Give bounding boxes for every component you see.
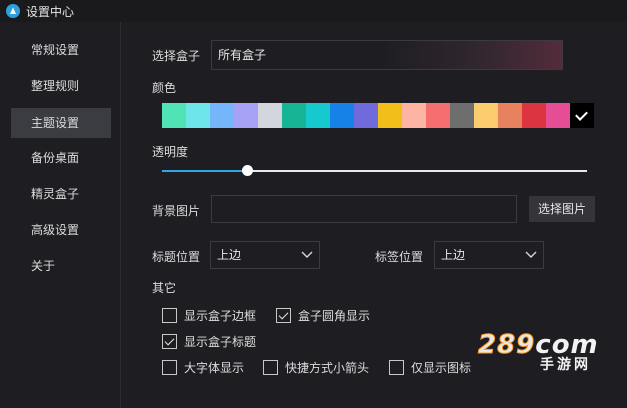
sidebar-item-about[interactable]: 关于 [11,251,111,281]
checkbox-label: 仅显示图标 [411,360,472,375]
other-label: 其它 [152,281,177,295]
checkbox-label: 盒子圆角显示 [298,308,371,323]
color-swatch[interactable] [546,103,570,128]
checkbox-box[interactable] [263,359,278,375]
slider-fill [162,170,247,172]
select-box-label: 选择盒子 [152,49,201,63]
color-swatch[interactable] [282,103,306,128]
color-swatch[interactable] [186,103,210,128]
select-field-highlight [382,41,562,69]
sidebar-item-rules[interactable]: 整理规则 [11,71,111,101]
box-select-value: 所有盒子 [218,48,267,62]
color-swatch[interactable] [162,103,186,128]
title-position-value: 上边 [217,248,242,262]
checkbox-label: 快捷方式小箭头 [285,360,370,375]
app-logo-icon [6,4,20,18]
watermark-brand: 289 [477,330,536,361]
choose-image-button[interactable]: 选择图片 [529,196,595,222]
bg-image-label: 背景图片 [152,204,201,218]
watermark-sub: 手游网 [540,357,591,373]
chevron-down-icon [301,251,313,258]
window-title: 设置中心 [26,4,75,19]
rounded-corners-checkbox[interactable]: 盒子圆角显示 [276,307,370,323]
color-swatch[interactable] [330,103,354,128]
show-box-title-checkbox[interactable]: 显示盒子标题 [162,333,256,349]
color-swatch[interactable] [234,103,258,128]
color-palette [162,103,594,128]
title-position-select[interactable]: 上边 [210,241,320,269]
sidebar-item-general[interactable]: 常规设置 [11,35,111,65]
box-select-field[interactable]: 所有盒子 [211,40,563,70]
checkbox-box[interactable] [162,307,177,323]
title-bar: 设置中心 [0,0,627,22]
opacity-slider[interactable] [162,164,587,178]
checkbox-box[interactable] [162,333,177,349]
tag-position-label: 标签位置 [375,250,424,264]
color-swatch[interactable] [450,103,474,128]
chevron-down-icon [525,251,537,258]
color-swatch[interactable] [522,103,546,128]
color-swatch[interactable] [258,103,282,128]
watermark-logo: 289com 手游网 [477,330,618,374]
sidebar-item-advanced[interactable]: 高级设置 [11,215,111,245]
sidebar-item-theme[interactable]: 主题设置 [11,108,111,138]
icons-only-checkbox[interactable]: 仅显示图标 [389,359,471,375]
sidebar-item-sprite-box[interactable]: 精灵盒子 [11,179,111,209]
color-swatch[interactable] [498,103,522,128]
color-label: 颜色 [152,81,177,95]
color-swatch[interactable] [570,103,594,128]
checkbox-label: 显示盒子边框 [184,308,257,323]
tag-position-value: 上边 [441,248,466,262]
slider-thumb[interactable] [242,165,253,176]
color-swatch[interactable] [306,103,330,128]
checkbox-box[interactable] [162,359,177,375]
sidebar: 常规设置 整理规则 主题设置 备份桌面 精灵盒子 高级设置 关于 [0,22,121,408]
color-swatch[interactable] [354,103,378,128]
shortcut-arrow-checkbox[interactable]: 快捷方式小箭头 [263,359,369,375]
color-swatch[interactable] [402,103,426,128]
opacity-label: 透明度 [152,145,189,159]
sidebar-item-backup[interactable]: 备份桌面 [11,143,111,173]
checkbox-box[interactable] [389,359,404,375]
checkbox-label: 显示盒子标题 [184,334,257,349]
bg-image-path-input[interactable] [211,195,517,223]
color-swatch[interactable] [378,103,402,128]
large-font-checkbox[interactable]: 大字体显示 [162,359,244,375]
color-swatch[interactable] [474,103,498,128]
color-swatch[interactable] [210,103,234,128]
tag-position-select[interactable]: 上边 [434,241,544,269]
show-box-border-checkbox[interactable]: 显示盒子边框 [162,307,256,323]
color-swatch[interactable] [426,103,450,128]
title-position-label: 标题位置 [152,250,201,264]
checkbox-box[interactable] [276,307,291,323]
checkbox-label: 大字体显示 [184,360,245,375]
